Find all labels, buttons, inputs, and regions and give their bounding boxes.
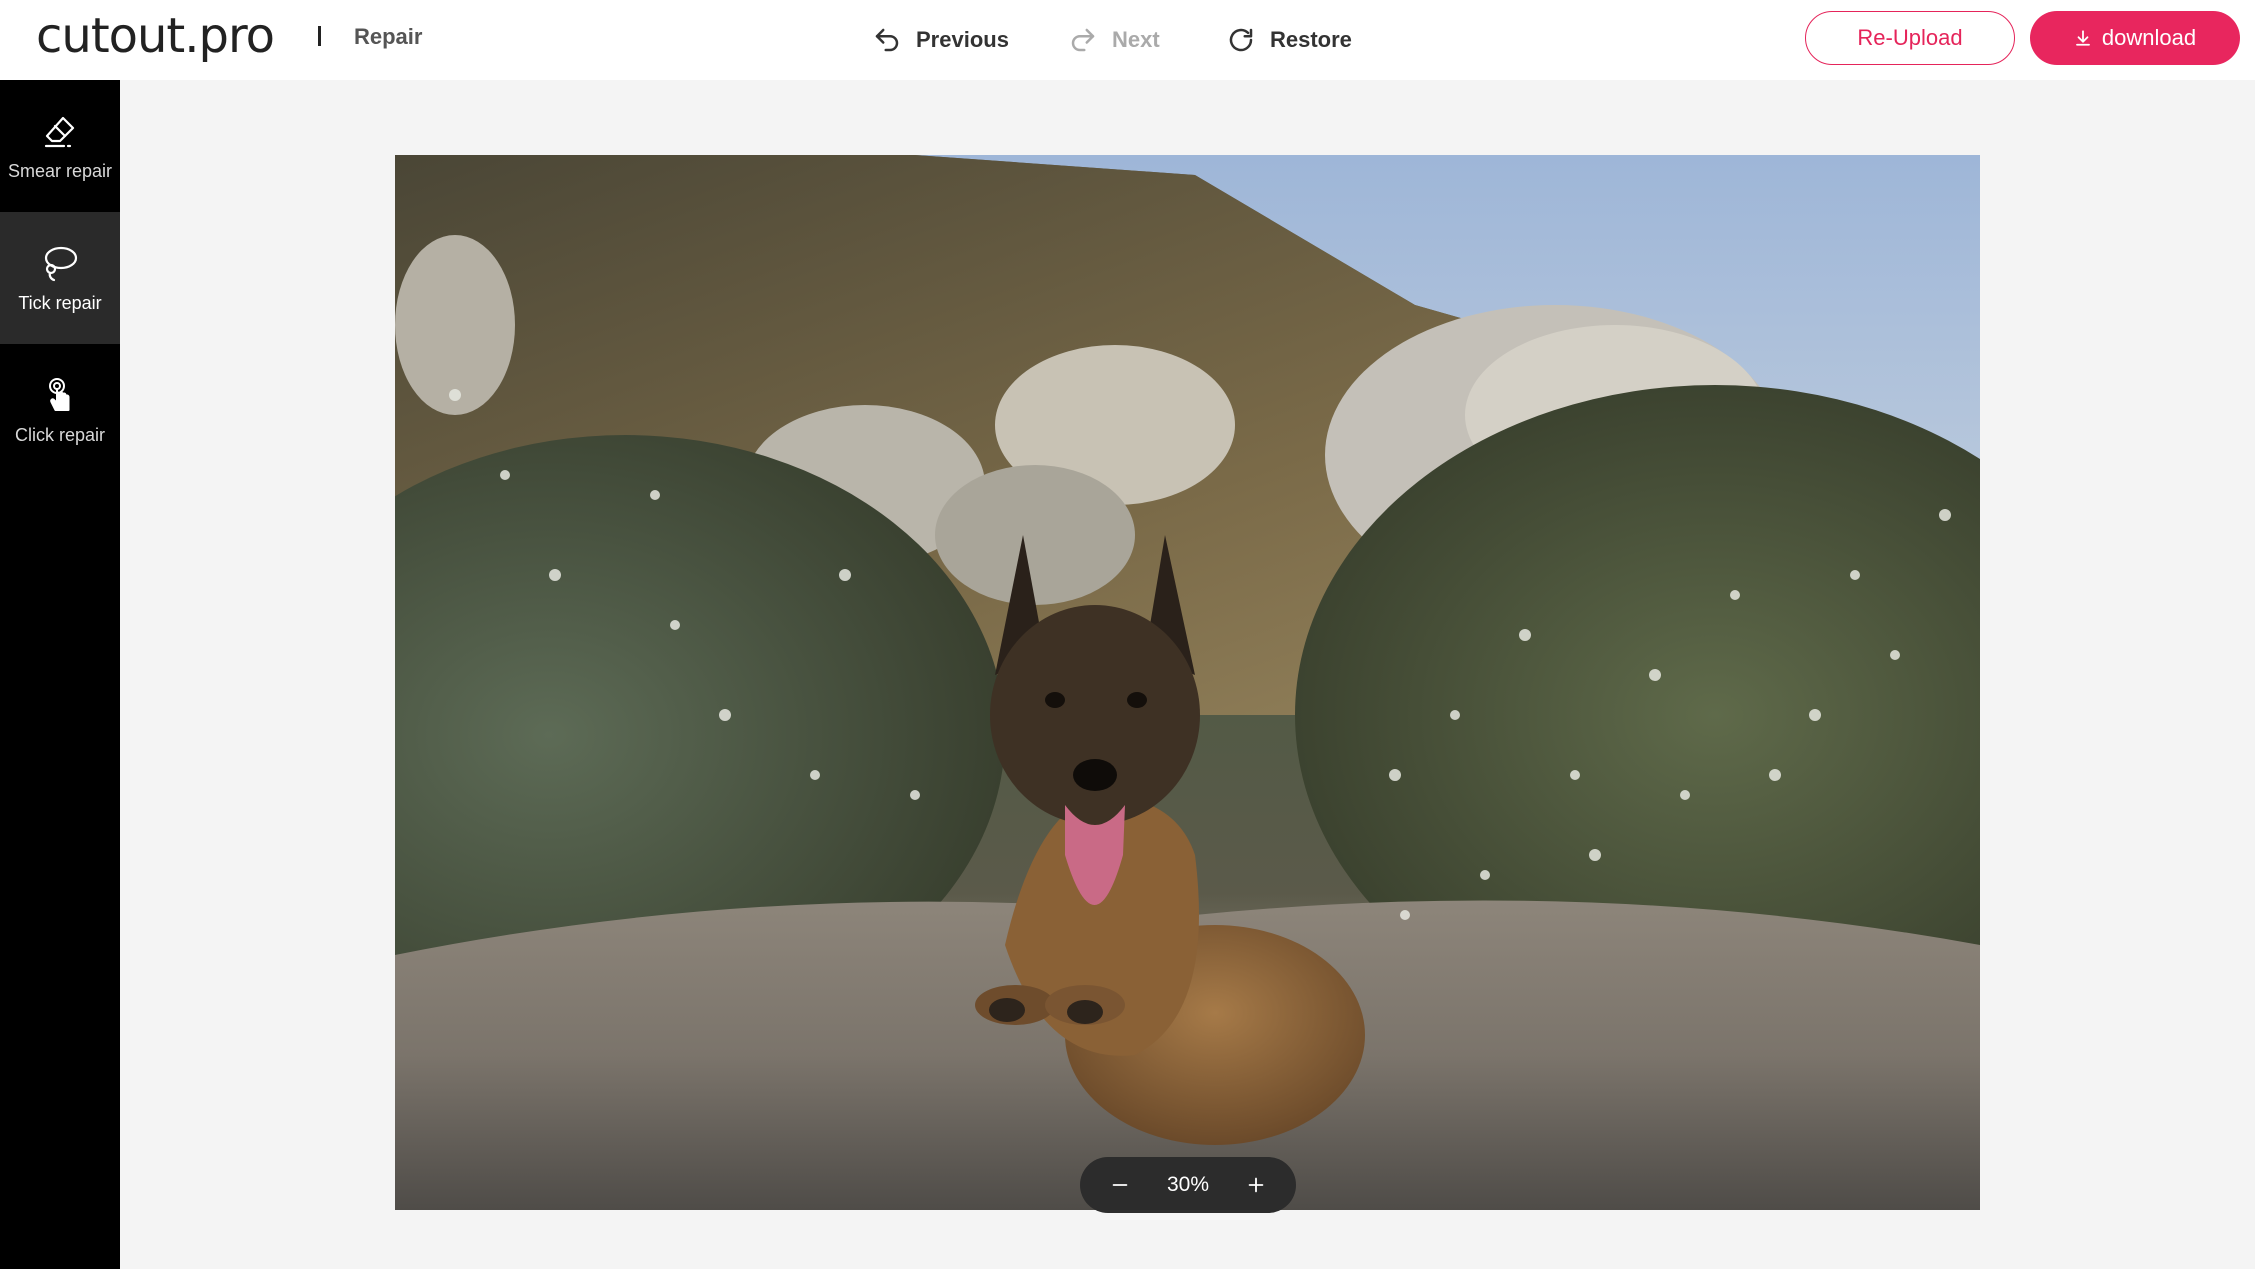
tool-label: Tick repair — [18, 293, 102, 313]
download-label: download — [2101, 25, 2197, 50]
tool-label: Click repair — [14, 425, 106, 445]
tool-tick-repair[interactable]: Tick repair — [0, 212, 120, 344]
next-label: Next — [1112, 27, 1160, 52]
plus-icon — [1248, 1177, 1264, 1193]
tool-smear-repair[interactable]: Smear repair — [0, 80, 120, 212]
logo[interactable]: cutout.pro — [36, 8, 275, 64]
next-button[interactable]: Next — [1068, 22, 1160, 58]
tool-label: Smear repair — [7, 161, 113, 181]
tool-click-repair[interactable]: Click repair — [0, 344, 120, 476]
logo-divider — [318, 26, 321, 46]
tool-sidebar: Smear repair Tick repair Click repair — [0, 80, 120, 1269]
reupload-button[interactable]: Re-Upload — [1805, 11, 2015, 65]
previous-label: Previous — [916, 27, 1009, 52]
zoom-control: 30% — [1080, 1157, 1296, 1213]
minus-icon — [1112, 1184, 1128, 1186]
download-button[interactable]: download — [2030, 11, 2240, 65]
restore-label: Restore — [1270, 27, 1352, 52]
edit-canvas-image[interactable] — [395, 155, 1980, 1210]
top-bar: cutout.pro Repair Previous Next Restore … — [0, 0, 2255, 80]
zoom-out-button[interactable] — [1102, 1167, 1138, 1203]
restore-button[interactable]: Restore — [1226, 22, 1352, 58]
download-icon — [2076, 30, 2090, 46]
refresh-icon — [1229, 28, 1253, 52]
eraser-icon — [44, 116, 75, 148]
zoom-level: 30% — [1166, 1173, 1210, 1196]
page-title: Repair — [354, 24, 423, 49]
lasso-icon — [44, 246, 78, 282]
tap-hand-icon — [49, 378, 70, 411]
previous-button[interactable]: Previous — [872, 22, 1009, 58]
photo-illustration — [395, 155, 1980, 1210]
redo-icon — [1071, 28, 1095, 52]
zoom-in-button[interactable] — [1238, 1167, 1274, 1203]
undo-icon — [875, 28, 899, 52]
